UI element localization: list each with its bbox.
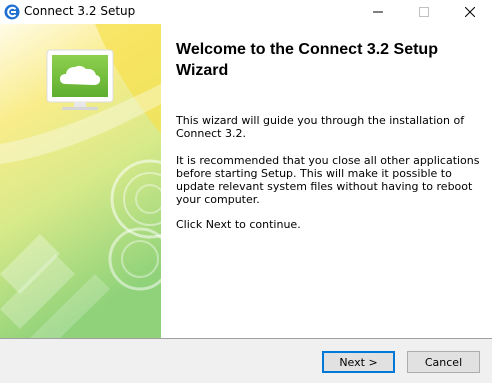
- page-title: Welcome to the Connect 3.2 Setup Wizard: [176, 41, 438, 79]
- close-icon: [465, 7, 475, 17]
- wizard-footer: Next > Cancel: [0, 339, 492, 383]
- close-button[interactable]: [447, 0, 492, 24]
- maximize-button[interactable]: [401, 0, 447, 24]
- recommendation-text: It is recommended that you close all oth…: [176, 154, 480, 206]
- connect-logo-icon: [4, 4, 20, 20]
- wizard-banner: [0, 24, 161, 338]
- minimize-button[interactable]: [355, 0, 401, 24]
- cancel-button[interactable]: Cancel: [407, 351, 480, 373]
- window-title: Connect 3.2 Setup: [24, 4, 136, 18]
- wizard-content: Welcome to the Connect 3.2 Setup Wizard …: [161, 24, 492, 338]
- monitor-cloud-icon: [46, 49, 114, 110]
- title-bar[interactable]: Connect 3.2 Setup: [0, 0, 492, 24]
- banner-graphic: [0, 24, 161, 338]
- intro-text: This wizard will guide you through the i…: [176, 114, 465, 140]
- next-button[interactable]: Next >: [322, 351, 395, 373]
- continue-text: Click Next to continue.: [176, 218, 301, 231]
- maximize-icon: [419, 7, 429, 17]
- minimize-icon: [373, 11, 383, 13]
